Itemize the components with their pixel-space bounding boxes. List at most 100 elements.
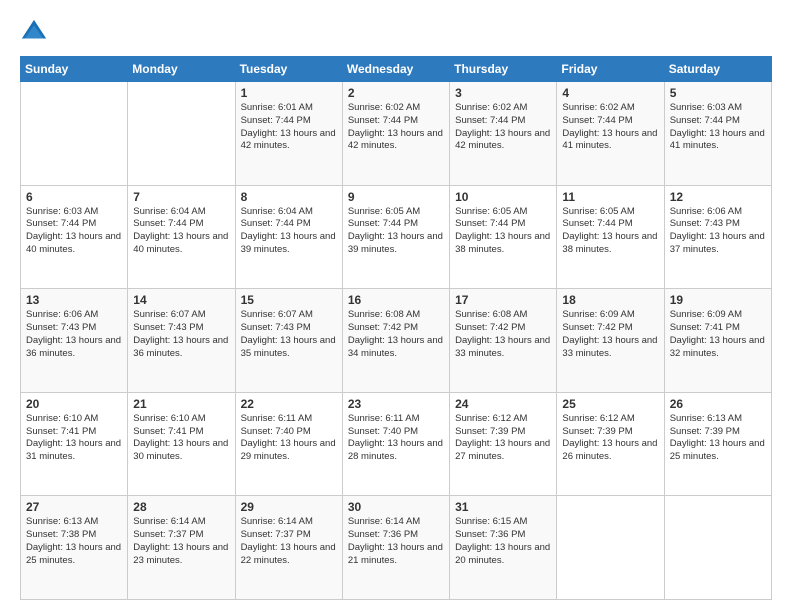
calendar-cell: 5 Sunrise: 6:03 AM Sunset: 7:44 PM Daylig…: [664, 82, 771, 186]
day-detail: Sunrise: 6:05 AM Sunset: 7:44 PM Dayligh…: [562, 206, 658, 257]
calendar-cell: 23 Sunrise: 6:11 AM Sunset: 7:40 PM Dayli…: [342, 392, 449, 496]
day-detail: Sunrise: 6:05 AM Sunset: 7:44 PM Dayligh…: [455, 206, 551, 257]
day-number: 28: [133, 500, 229, 514]
calendar-header-tuesday: Tuesday: [235, 57, 342, 82]
day-detail: Sunrise: 6:02 AM Sunset: 7:44 PM Dayligh…: [455, 102, 551, 153]
day-detail: Sunrise: 6:13 AM Sunset: 7:38 PM Dayligh…: [26, 516, 122, 567]
calendar-cell: 9 Sunrise: 6:05 AM Sunset: 7:44 PM Daylig…: [342, 185, 449, 289]
day-number: 1: [241, 86, 337, 100]
day-number: 22: [241, 397, 337, 411]
day-detail: Sunrise: 6:12 AM Sunset: 7:39 PM Dayligh…: [562, 413, 658, 464]
day-number: 26: [670, 397, 766, 411]
calendar-cell: 1 Sunrise: 6:01 AM Sunset: 7:44 PM Daylig…: [235, 82, 342, 186]
calendar-cell: 24 Sunrise: 6:12 AM Sunset: 7:39 PM Dayli…: [450, 392, 557, 496]
day-number: 5: [670, 86, 766, 100]
day-number: 19: [670, 293, 766, 307]
day-number: 24: [455, 397, 551, 411]
calendar-cell: 27 Sunrise: 6:13 AM Sunset: 7:38 PM Dayli…: [21, 496, 128, 600]
calendar-cell: 7 Sunrise: 6:04 AM Sunset: 7:44 PM Daylig…: [128, 185, 235, 289]
day-number: 6: [26, 190, 122, 204]
day-detail: Sunrise: 6:09 AM Sunset: 7:41 PM Dayligh…: [670, 309, 766, 360]
day-detail: Sunrise: 6:13 AM Sunset: 7:39 PM Dayligh…: [670, 413, 766, 464]
calendar-header-wednesday: Wednesday: [342, 57, 449, 82]
calendar-cell: [128, 82, 235, 186]
day-number: 4: [562, 86, 658, 100]
calendar-cell: 28Sunrise: 6:14 AM Sunset: 7:37 PM Dayli…: [128, 496, 235, 600]
day-number: 2: [348, 86, 444, 100]
calendar-cell: 4Sunrise: 6:02 AM Sunset: 7:44 PM Daylig…: [557, 82, 664, 186]
calendar-cell: 8Sunrise: 6:04 AM Sunset: 7:44 PM Daylig…: [235, 185, 342, 289]
day-detail: Sunrise: 6:11 AM Sunset: 7:40 PM Dayligh…: [348, 413, 444, 464]
calendar-header-friday: Friday: [557, 57, 664, 82]
calendar-cell: 20Sunrise: 6:10 AM Sunset: 7:41 PM Dayli…: [21, 392, 128, 496]
calendar-cell: 21Sunrise: 6:10 AM Sunset: 7:41 PM Dayli…: [128, 392, 235, 496]
day-number: 10: [455, 190, 551, 204]
day-detail: Sunrise: 6:03 AM Sunset: 7:44 PM Dayligh…: [670, 102, 766, 153]
day-detail: Sunrise: 6:04 AM Sunset: 7:44 PM Dayligh…: [241, 206, 337, 257]
calendar-cell: 18 Sunrise: 6:09 AM Sunset: 7:42 PM Dayli…: [557, 289, 664, 393]
calendar-cell: 12 Sunrise: 6:06 AM Sunset: 7:43 PM Dayli…: [664, 185, 771, 289]
calendar-week-row: 6 Sunrise: 6:03 AM Sunset: 7:44 PM Daylig…: [21, 185, 772, 289]
day-detail: Sunrise: 6:06 AM Sunset: 7:43 PM Dayligh…: [670, 206, 766, 257]
calendar-cell: [21, 82, 128, 186]
calendar-week-row: 27 Sunrise: 6:13 AM Sunset: 7:38 PM Dayli…: [21, 496, 772, 600]
calendar-cell: 15Sunrise: 6:07 AM Sunset: 7:43 PM Dayli…: [235, 289, 342, 393]
day-detail: Sunrise: 6:02 AM Sunset: 7:44 PM Dayligh…: [348, 102, 444, 153]
calendar-week-row: 1 Sunrise: 6:01 AM Sunset: 7:44 PM Daylig…: [21, 82, 772, 186]
calendar-cell: 14Sunrise: 6:07 AM Sunset: 7:43 PM Dayli…: [128, 289, 235, 393]
day-number: 9: [348, 190, 444, 204]
day-number: 25: [562, 397, 658, 411]
day-detail: Sunrise: 6:10 AM Sunset: 7:41 PM Dayligh…: [133, 413, 229, 464]
calendar-cell: 25 Sunrise: 6:12 AM Sunset: 7:39 PM Dayli…: [557, 392, 664, 496]
day-number: 12: [670, 190, 766, 204]
day-detail: Sunrise: 6:14 AM Sunset: 7:36 PM Dayligh…: [348, 516, 444, 567]
calendar-cell: 2 Sunrise: 6:02 AM Sunset: 7:44 PM Daylig…: [342, 82, 449, 186]
calendar-cell: 10 Sunrise: 6:05 AM Sunset: 7:44 PM Dayli…: [450, 185, 557, 289]
day-detail: Sunrise: 6:01 AM Sunset: 7:44 PM Dayligh…: [241, 102, 337, 153]
day-number: 23: [348, 397, 444, 411]
calendar-cell: 11 Sunrise: 6:05 AM Sunset: 7:44 PM Dayli…: [557, 185, 664, 289]
calendar-header-saturday: Saturday: [664, 57, 771, 82]
logo-icon: [20, 18, 48, 46]
calendar-cell: 6 Sunrise: 6:03 AM Sunset: 7:44 PM Daylig…: [21, 185, 128, 289]
day-number: 13: [26, 293, 122, 307]
day-detail: Sunrise: 6:07 AM Sunset: 7:43 PM Dayligh…: [133, 309, 229, 360]
day-detail: Sunrise: 6:03 AM Sunset: 7:44 PM Dayligh…: [26, 206, 122, 257]
day-detail: Sunrise: 6:04 AM Sunset: 7:44 PM Dayligh…: [133, 206, 229, 257]
calendar-header-thursday: Thursday: [450, 57, 557, 82]
day-detail: Sunrise: 6:08 AM Sunset: 7:42 PM Dayligh…: [348, 309, 444, 360]
day-number: 11: [562, 190, 658, 204]
calendar-cell: 31Sunrise: 6:15 AM Sunset: 7:36 PM Dayli…: [450, 496, 557, 600]
calendar-week-row: 20 Sunrise: 6:10 AM Sunset: 7:41 PM Dayli…: [21, 392, 772, 496]
calendar-header-row: SundayMondayTuesdayWednesdayThursdayFrid…: [21, 57, 772, 82]
calendar-cell: 30 Sunrise: 6:14 AM Sunset: 7:36 PM Dayli…: [342, 496, 449, 600]
day-detail: Sunrise: 6:09 AM Sunset: 7:42 PM Dayligh…: [562, 309, 658, 360]
calendar-cell: 3 Sunrise: 6:02 AM Sunset: 7:44 PM Daylig…: [450, 82, 557, 186]
day-detail: Sunrise: 6:12 AM Sunset: 7:39 PM Dayligh…: [455, 413, 551, 464]
calendar-cell: 17Sunrise: 6:08 AM Sunset: 7:42 PM Dayli…: [450, 289, 557, 393]
calendar-cell: 26 Sunrise: 6:13 AM Sunset: 7:39 PM Dayli…: [664, 392, 771, 496]
calendar-week-row: 13 Sunrise: 6:06 AM Sunset: 7:43 PM Dayli…: [21, 289, 772, 393]
calendar-cell: [664, 496, 771, 600]
day-number: 18: [562, 293, 658, 307]
header: [20, 18, 772, 46]
day-number: 27: [26, 500, 122, 514]
day-number: 3: [455, 86, 551, 100]
calendar-table: SundayMondayTuesdayWednesdayThursdayFrid…: [20, 56, 772, 600]
day-number: 16: [348, 293, 444, 307]
calendar-header-monday: Monday: [128, 57, 235, 82]
calendar-cell: 19 Sunrise: 6:09 AM Sunset: 7:41 PM Dayli…: [664, 289, 771, 393]
day-detail: Sunrise: 6:08 AM Sunset: 7:42 PM Dayligh…: [455, 309, 551, 360]
day-detail: Sunrise: 6:06 AM Sunset: 7:43 PM Dayligh…: [26, 309, 122, 360]
day-detail: Sunrise: 6:05 AM Sunset: 7:44 PM Dayligh…: [348, 206, 444, 257]
calendar-header-sunday: Sunday: [21, 57, 128, 82]
day-number: 29: [241, 500, 337, 514]
day-detail: Sunrise: 6:11 AM Sunset: 7:40 PM Dayligh…: [241, 413, 337, 464]
day-number: 7: [133, 190, 229, 204]
calendar-cell: 22 Sunrise: 6:11 AM Sunset: 7:40 PM Dayli…: [235, 392, 342, 496]
calendar-cell: [557, 496, 664, 600]
logo: [20, 18, 52, 46]
calendar-cell: 29Sunrise: 6:14 AM Sunset: 7:37 PM Dayli…: [235, 496, 342, 600]
day-number: 30: [348, 500, 444, 514]
day-number: 20: [26, 397, 122, 411]
